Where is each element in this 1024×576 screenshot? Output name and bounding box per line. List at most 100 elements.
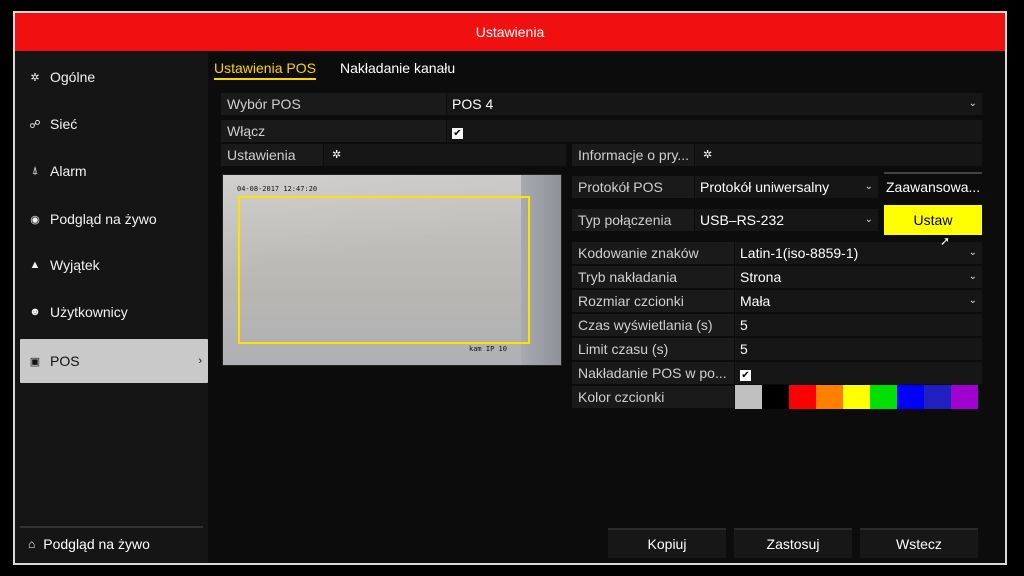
pos-overlay-checkbox[interactable]: ✔ [740,370,751,381]
sidebar-item-label: Ogólne [50,69,96,85]
connection-type-label: Typ połączenia [572,209,695,231]
timeout-label: Limit czasu (s) [572,338,735,360]
pos-select-value: POS 4 [452,96,494,112]
apply-button[interactable]: Zastosuj [734,528,852,558]
font-color-swatch[interactable] [897,385,924,409]
encoding-label: Kodowanie znaków [572,242,735,264]
settings-gear-button[interactable]: ✲ [324,144,566,166]
timeout-input[interactable]: 5 [735,338,982,360]
sidebar-item-label: Wyjątek [50,257,100,273]
enable-label: Włącz [221,120,447,142]
live-view-shortcut[interactable]: ⌂ Podgląd na żywo [20,526,203,560]
font-size-dropdown[interactable]: Mała ⌄ [735,290,982,312]
alarm-icon: ⍋ [31,164,39,177]
connection-type-value: USB–RS-232 [700,212,785,228]
pos-overlay-cell: ✔ [735,362,982,384]
overlay-mode-row: Tryb nakładania Strona ⌄ [572,266,982,288]
preview-timestamp: 04-08-2017 12:47:20 [237,185,318,193]
mouse-cursor-icon: ➚ [940,234,951,248]
pos-icon: ▣ [29,355,41,368]
privacy-info-row: Informacje o pry... ✲ [572,144,982,166]
pos-select-row: Wybór POS POS 4 ⌄ [221,93,982,115]
eye-icon: ◉ [30,213,40,226]
chevron-right-icon: › [198,355,202,367]
sidebar-item-live-view[interactable]: ◉ Podgląd na żywo [20,197,208,241]
font-color-swatch[interactable] [951,385,978,409]
network-icon: ☍ [29,118,41,131]
sidebar-item-users[interactable]: ☻ Użytkownicy [20,290,208,334]
sidebar-item-label: POS [50,353,80,369]
enable-cell: ✔ [447,120,982,142]
sidebar-item-alarm[interactable]: ⍋ Alarm [20,149,208,193]
chevron-down-icon: ⌄ [864,214,873,225]
sidebar-item-label: Sieć [50,116,78,132]
settings-label: Ustawienia [221,144,324,166]
warning-icon: ▲ [29,259,41,271]
font-color-swatch[interactable] [735,385,762,409]
home-icon: ⌂ [28,537,36,551]
users-icon: ☻ [29,306,41,318]
font-color-label: Kolor czcionki [572,386,735,408]
settings-row: Ustawienia ✲ [221,144,566,166]
font-color-swatch[interactable] [789,385,816,409]
tab-pos-settings[interactable]: Ustawienia POS [214,60,316,80]
connection-type-dropdown[interactable]: USB–RS-232 ⌄ [695,209,878,231]
display-time-label: Czas wyświetlania (s) [572,314,735,336]
sidebar-item-label: Podgląd na żywo [50,211,157,227]
set-button[interactable]: Ustaw [884,205,982,235]
pos-overlay-row: Nakładanie POS w po... ✔ [572,362,982,384]
pos-select-label: Wybór POS [221,93,447,115]
protocol-label: Protokół POS [572,176,695,198]
window-title: Ustawienia [15,13,1005,51]
connection-type-row: Typ połączenia USB–RS-232 ⌄ [572,209,878,231]
pos-overlay-label: Nakładanie POS w po... [572,362,735,384]
protocol-dropdown[interactable]: Protokół uniwersalny ⌄ [695,176,878,198]
preview-camera-name: kam IP 10 [469,345,507,353]
protocol-value: Protokół uniwersalny [700,179,830,195]
camera-preview: 04-08-2017 12:47:20 kam IP 10 [222,174,562,366]
chevron-down-icon: ⌄ [968,295,977,306]
font-color-swatch[interactable] [924,385,951,409]
pos-select-dropdown[interactable]: POS 4 ⌄ [447,93,982,115]
overlay-mode-label: Tryb nakładania [572,266,735,288]
advanced-button[interactable]: Zaawansowa... [884,172,982,200]
sidebar: ✲ Ogólne ☍ Sieć ⍋ Alarm ◉ Podgląd na żyw… [15,51,208,563]
privacy-info-gear-button[interactable]: ✲ [695,144,982,166]
privacy-info-label: Informacje o pry... [572,144,695,166]
live-view-shortcut-label: Podgląd na żywo [43,536,150,552]
font-color-swatch[interactable] [816,385,843,409]
timeout-row: Limit czasu (s) 5 [572,338,982,360]
sidebar-item-exception[interactable]: ▲ Wyjątek [20,243,208,287]
pos-overlay-region[interactable] [238,196,530,344]
encoding-row: Kodowanie znaków Latin-1(iso-8859-1) ⌄ [572,242,982,264]
back-button[interactable]: Wstecz [860,528,978,558]
enable-checkbox[interactable]: ✔ [452,128,463,139]
gear-icon: ✲ [703,149,713,161]
overlay-mode-dropdown[interactable]: Strona ⌄ [735,266,982,288]
font-color-row: Kolor czcionki [572,386,735,408]
sidebar-item-pos[interactable]: ▣ POS › [20,339,208,383]
sidebar-item-general[interactable]: ✲ Ogólne [20,55,208,99]
display-time-input[interactable]: 5 [735,314,982,336]
font-size-row: Rozmiar czcionki Mała ⌄ [572,290,982,312]
gear-icon: ✲ [30,71,40,84]
chevron-down-icon: ⌄ [968,98,977,109]
sidebar-item-label: Alarm [50,163,87,179]
font-color-swatch[interactable] [843,385,870,409]
encoding-value: Latin-1(iso-8859-1) [740,245,859,261]
protocol-row: Protokół POS Protokół uniwersalny ⌄ [572,176,878,198]
sidebar-item-label: Użytkownicy [50,304,128,320]
sidebar-item-network[interactable]: ☍ Sieć [20,102,208,146]
display-time-row: Czas wyświetlania (s) 5 [572,314,982,336]
tab-channel-overlay[interactable]: Nakładanie kanału [340,60,455,76]
enable-row: Włącz ✔ [221,120,982,142]
copy-button[interactable]: Kopiuj [608,528,726,558]
font-size-label: Rozmiar czcionki [572,290,735,312]
overlay-mode-value: Strona [740,269,782,285]
font-color-swatch[interactable] [870,385,897,409]
chevron-down-icon: ⌄ [968,247,977,258]
font-color-swatch[interactable] [762,385,789,409]
chevron-down-icon: ⌄ [968,271,977,282]
gear-icon: ✲ [332,149,342,161]
chevron-down-icon: ⌄ [864,181,873,192]
